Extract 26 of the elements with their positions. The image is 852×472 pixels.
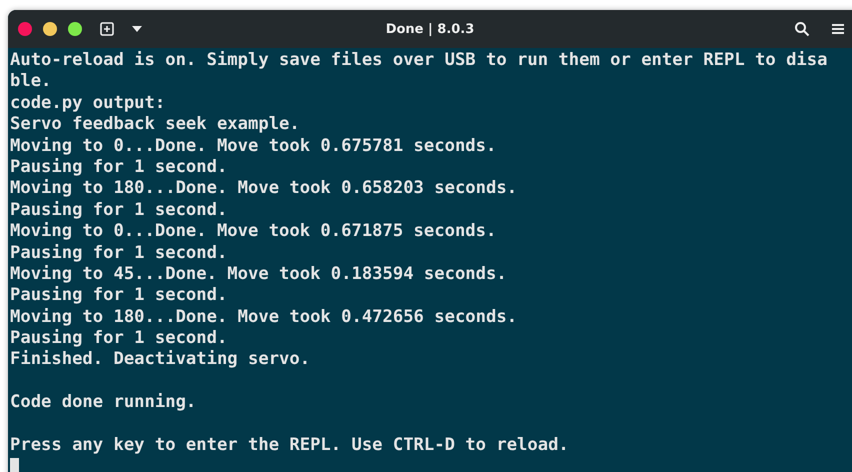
output-line: Code done running. <box>10 392 198 414</box>
output-line: Pausing for 1 second. <box>10 200 228 222</box>
caret-icon[interactable] <box>132 26 142 32</box>
new-tab-icon[interactable] <box>99 21 115 37</box>
output-line: Pausing for 1 second. <box>10 285 228 307</box>
output-line: ble. <box>10 71 52 93</box>
text-cursor <box>10 458 19 472</box>
output-line: Moving to 180...Done. Move took 0.658203 seconds. <box>10 178 518 200</box>
output-line: Pausing for 1 second. <box>10 156 228 178</box>
output-line: Finished. Deactivating servo. <box>10 349 312 371</box>
search-icon[interactable] <box>794 21 810 37</box>
output-line: code.py output: <box>10 92 166 114</box>
output-line: Moving to 0...Done. Move took 0.675781 seconds. <box>10 136 498 157</box>
output-line: Pausing for 1 second. <box>10 242 228 264</box>
output-line: Moving to 0...Done. Move took 0.671875 seconds. <box>10 221 498 243</box>
output-line: Moving to 45...Done. Move took 0.183594 seconds. <box>10 264 508 286</box>
minimize-button[interactable] <box>43 22 57 36</box>
maximize-button[interactable] <box>68 22 82 36</box>
output-line: Pausing for 1 second. <box>10 328 228 350</box>
output-line: Moving to 180...Done. Move took 0.472656 seconds. <box>10 306 518 328</box>
window-title: Done | 8.0.3 <box>386 22 474 36</box>
output-line: Servo feedback seek example. <box>10 114 301 136</box>
output-line: Auto-reload is on. Simply save files over USB to run them or enter REPL to disa <box>10 50 828 72</box>
output-line: Press any key to enter the REPL. Use CTRL-D to reload. <box>10 435 570 456</box>
close-button[interactable] <box>18 22 32 36</box>
menu-icon[interactable] <box>832 23 844 35</box>
